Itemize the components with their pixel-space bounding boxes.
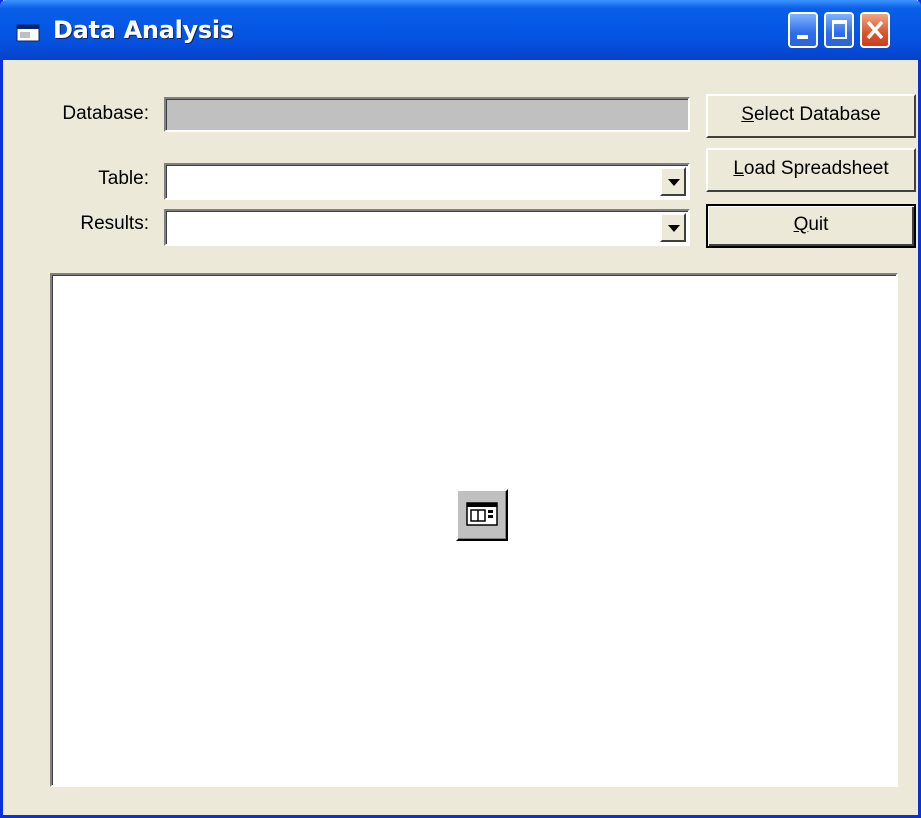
data-analysis-window: Data Analysis Database: Table: Results: …: [0, 0, 921, 818]
minimize-button[interactable]: [788, 12, 818, 48]
maximize-icon: [832, 20, 847, 39]
quit-button[interactable]: Quit: [706, 204, 916, 248]
select-database-button[interactable]: Select Database: [706, 94, 916, 138]
table-label: Table:: [98, 168, 149, 189]
ole-control-icon: [456, 489, 508, 541]
load-spreadsheet-button[interactable]: Load Spreadsheet: [706, 148, 916, 192]
maximize-button[interactable]: [824, 12, 854, 48]
table-dropdown-arrow-icon[interactable]: [660, 167, 686, 196]
results-label: Results:: [80, 213, 149, 234]
close-button[interactable]: [860, 12, 890, 48]
database-label: Database:: [62, 103, 149, 124]
form-window-icon: [16, 24, 40, 42]
close-icon: [866, 20, 884, 40]
database-field: [164, 97, 690, 132]
table-combobox[interactable]: [164, 163, 690, 200]
results-panel[interactable]: [50, 273, 898, 787]
results-combobox[interactable]: [164, 209, 690, 246]
window-title: Data Analysis: [53, 16, 234, 44]
minimize-icon: [797, 35, 808, 39]
title-bar[interactable]: Data Analysis: [0, 0, 921, 60]
results-dropdown-arrow-icon[interactable]: [660, 213, 686, 242]
